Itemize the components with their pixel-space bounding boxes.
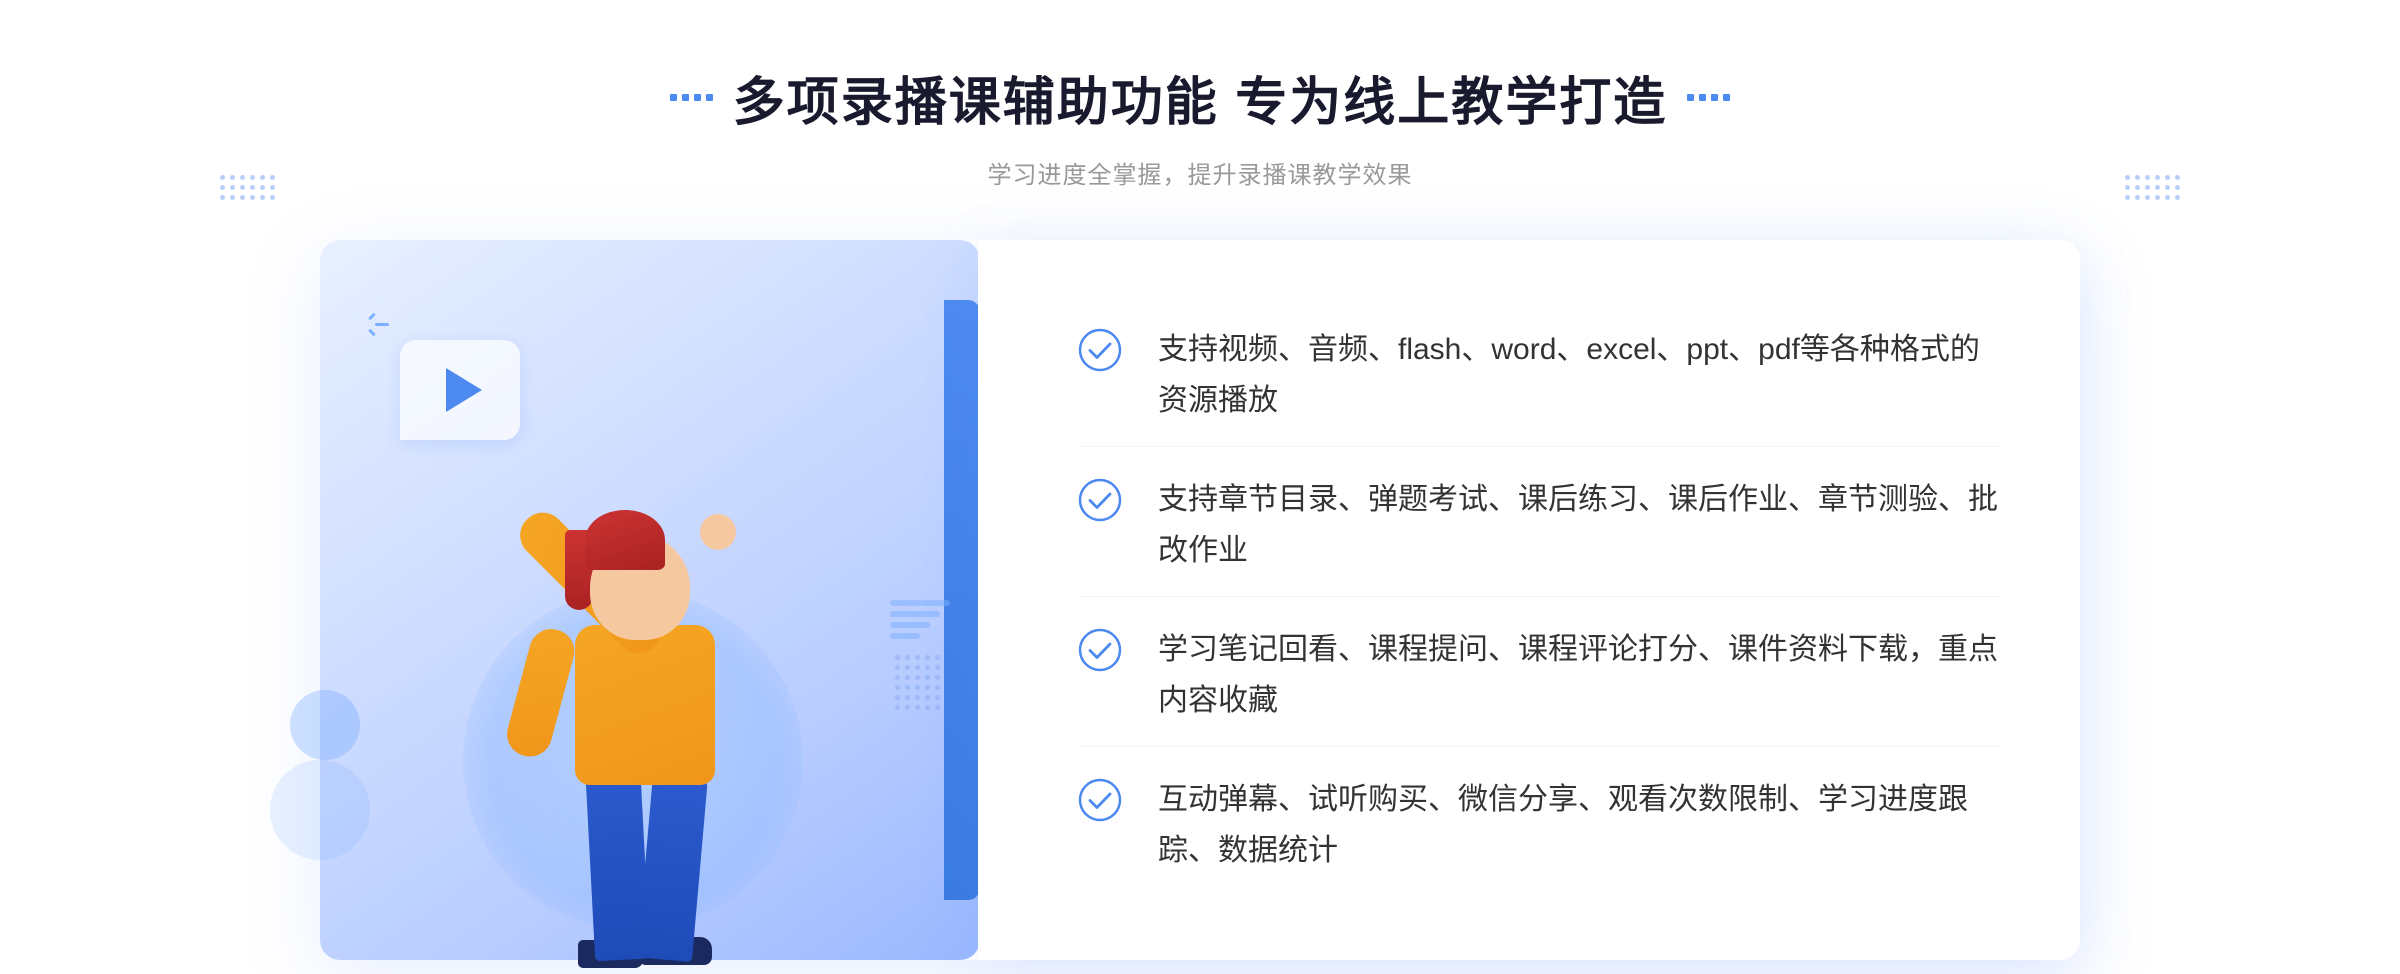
decorative-dots-right xyxy=(2125,175,2180,200)
check-circle-icon-1 xyxy=(1078,328,1122,372)
check-circle-icon-4 xyxy=(1078,778,1122,822)
stripes-decoration xyxy=(890,600,950,680)
feature-item-3: 学习笔记回看、课程提问、课程评论打分、课件资料下载，重点内容收藏 xyxy=(1078,604,2000,747)
title-dots-right xyxy=(1687,94,1730,101)
hand-right xyxy=(700,514,736,550)
feature-item-4: 互动弹幕、试听购买、微信分享、观看次数限制、学习进度跟踪、数据统计 xyxy=(1078,754,2000,896)
features-panel: 支持视频、音频、flash、word、excel、ppt、pdf等各种格式的资源… xyxy=(978,240,2080,960)
title-dots-left xyxy=(670,94,713,101)
check-circle-icon-2 xyxy=(1078,478,1122,522)
main-card: 支持视频、音频、flash、word、excel、ppt、pdf等各种格式的资源… xyxy=(320,240,2080,960)
feature-text-1: 支持视频、音频、flash、word、excel、ppt、pdf等各种格式的资源… xyxy=(1158,324,2000,426)
sparkle-decoration xyxy=(375,310,389,339)
subtitle: 学习进度全掌握，提升录播课教学效果 xyxy=(670,155,1730,190)
decorative-dots-left xyxy=(220,175,275,200)
page-container: 多项录播课辅助功能 专为线上教学打造 学习进度全掌握，提升录播课教学效果 » xyxy=(0,0,2400,974)
main-title: 多项录播课辅助功能 专为线上教学打造 xyxy=(733,60,1667,135)
feature-text-3: 学习笔记回看、课程提问、课程评论打分、课件资料下载，重点内容收藏 xyxy=(1158,624,2000,726)
feature-item-2: 支持章节目录、弹题考试、课后练习、课后作业、章节测验、批改作业 xyxy=(1078,454,2000,597)
leg-right xyxy=(637,773,708,962)
feature-text-2: 支持章节目录、弹题考试、课后练习、课后作业、章节测验、批改作业 xyxy=(1158,474,2000,576)
title-row: 多项录播课辅助功能 专为线上教学打造 xyxy=(670,60,1730,135)
illustration-card xyxy=(320,240,980,960)
check-circle-icon-3 xyxy=(1078,628,1122,672)
content-area: » xyxy=(320,240,2080,960)
person-illustration xyxy=(460,360,840,960)
deco-circle-2 xyxy=(270,760,370,860)
deco-circle-1 xyxy=(290,690,360,760)
arm-left xyxy=(502,624,579,761)
header-section: 多项录播课辅助功能 专为线上教学打造 学习进度全掌握，提升录播课教学效果 xyxy=(670,60,1730,190)
hair xyxy=(585,510,665,570)
feature-text-4: 互动弹幕、试听购买、微信分享、观看次数限制、学习进度跟踪、数据统计 xyxy=(1158,774,2000,876)
feature-item-1: 支持视频、音频、flash、word、excel、ppt、pdf等各种格式的资源… xyxy=(1078,304,2000,447)
